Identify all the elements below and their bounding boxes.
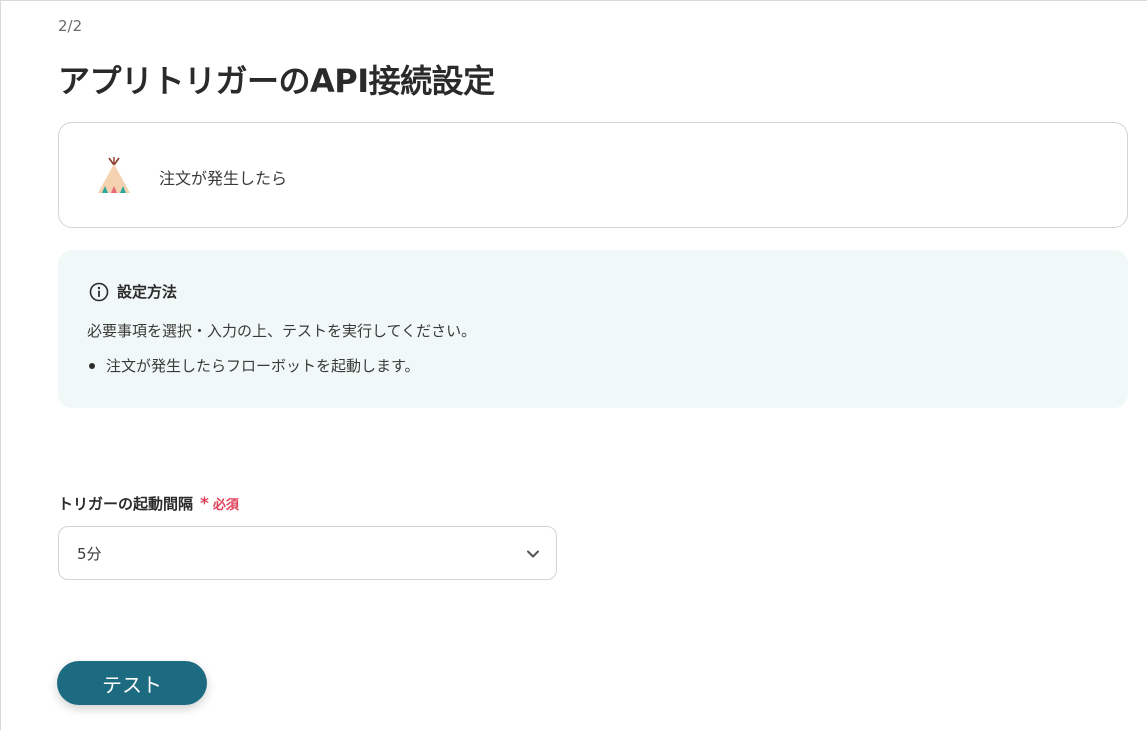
interval-label-text: トリガーの起動間隔 [58,495,194,513]
interval-select[interactable]: 5分 [58,526,557,580]
trigger-label: 注文が発生したら [159,169,288,188]
list-item-text: 注文が発生したらフローボットを起動します。 [106,357,420,375]
test-button[interactable]: テスト [57,661,207,705]
info-list: 注文が発生したらフローボットを起動します。 [87,355,420,376]
interval-field-label: トリガーの起動間隔 * 必須 [58,493,239,514]
list-item: 注文が発生したらフローボットを起動します。 [87,355,420,376]
info-circle-icon [89,282,109,301]
required-badge: 必須 [212,498,239,513]
required-asterisk: * [200,493,209,514]
tent-app-icon [98,157,130,193]
info-description: 必要事項を選択・入力の上、テストを実行してください。 [87,322,477,340]
info-box: 設定方法 必要事項を選択・入力の上、テストを実行してください。 注文が発生したら… [58,250,1128,408]
chevron-down-icon [527,550,539,558]
info-title: 設定方法 [117,283,178,301]
page-title: アプリトリガーのAPI接続設定 [58,62,495,100]
step-indicator: 2/2 [58,17,83,35]
trigger-card: 注文が発生したら [58,122,1128,228]
bullet-icon [89,362,95,369]
info-header: 設定方法 [89,281,177,302]
interval-select-value: 5分 [77,545,102,563]
